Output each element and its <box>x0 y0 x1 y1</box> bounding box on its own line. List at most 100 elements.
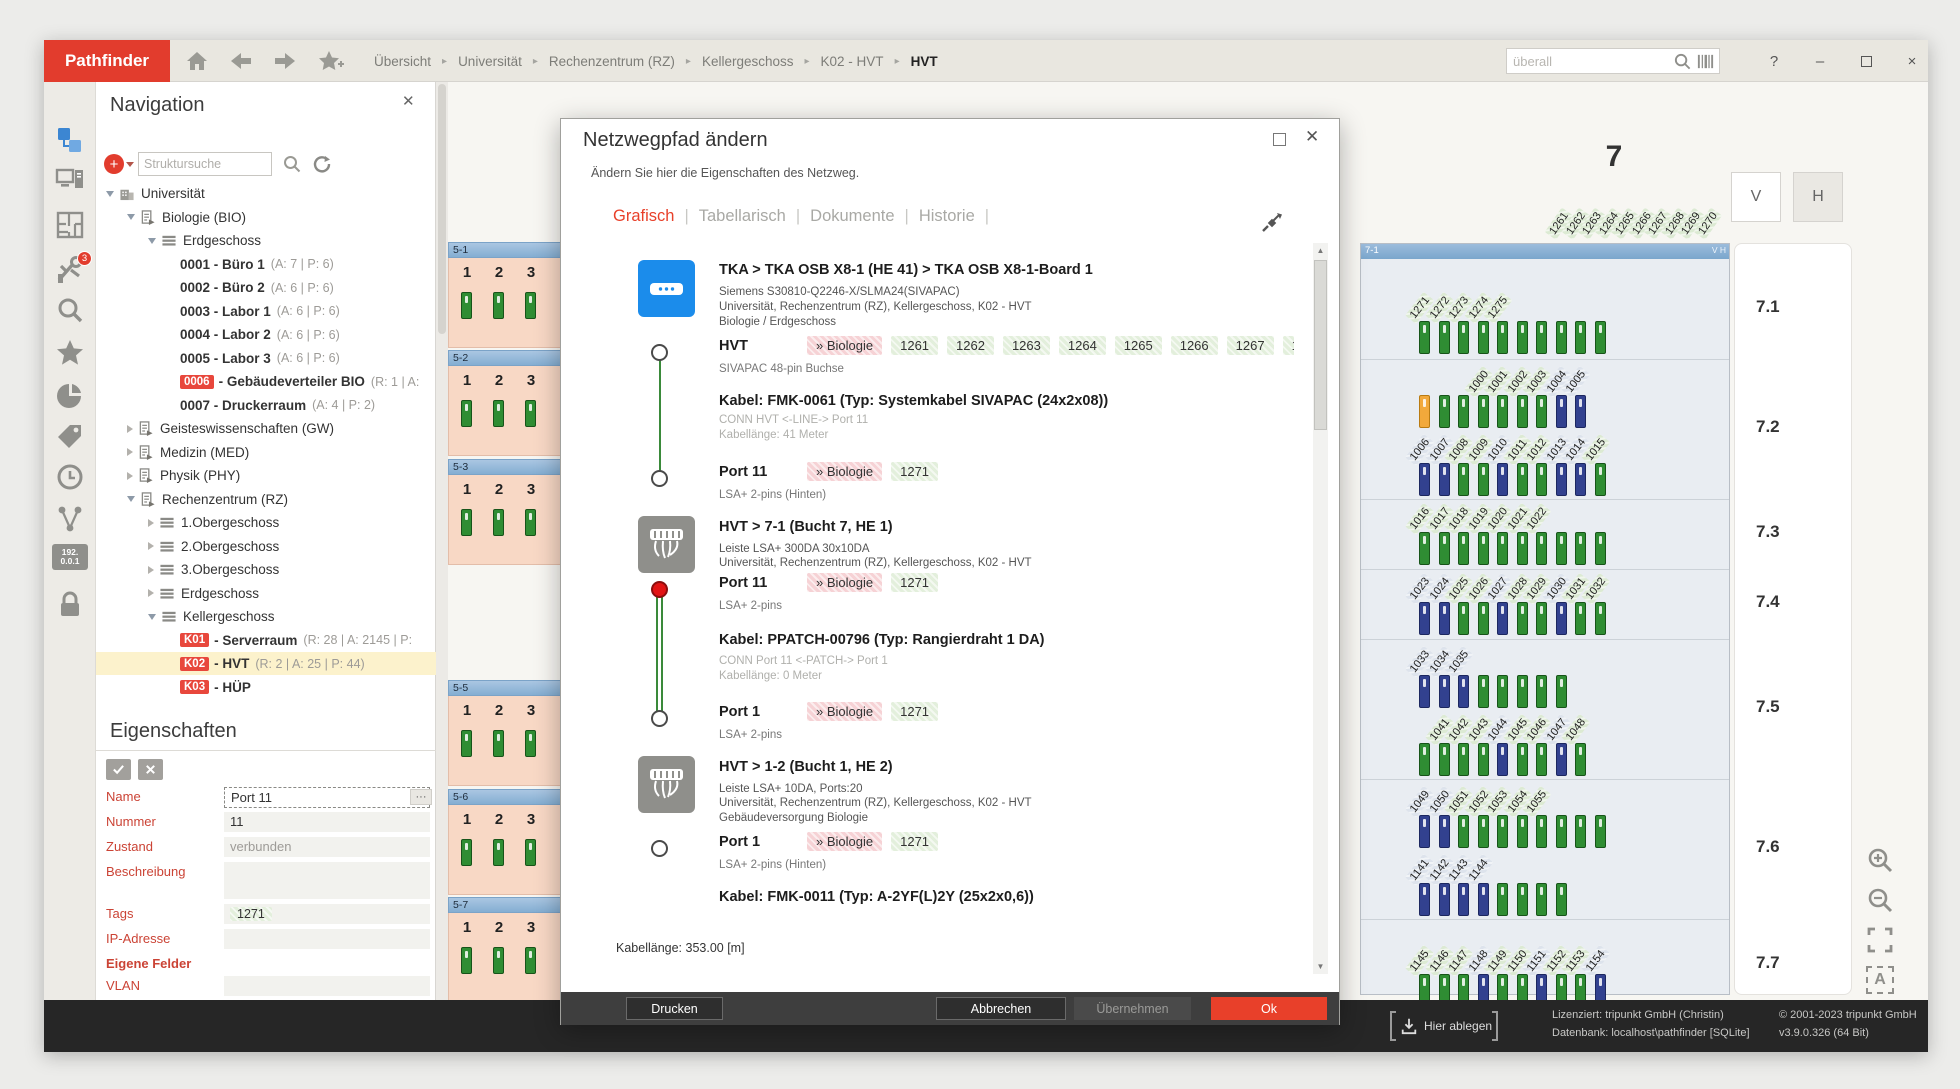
view-horizontal-button[interactable]: H <box>1793 172 1843 222</box>
tab-grafisch[interactable]: Grafisch <box>613 207 674 225</box>
rail-item-tags[interactable] <box>55 421 85 451</box>
tab-tabellarisch[interactable]: Tabellarisch <box>699 207 786 225</box>
rail-item-structure-tree[interactable] <box>55 125 85 155</box>
property-value[interactable]: 11 <box>224 812 430 833</box>
port[interactable]: 1048 <box>1571 712 1591 778</box>
rack-port-connector[interactable] <box>461 509 472 536</box>
rack-port-connector[interactable] <box>493 509 504 536</box>
dialog-maximize-icon[interactable] <box>1273 133 1286 146</box>
port[interactable]: 1028 <box>1513 571 1533 637</box>
rack-port-connector[interactable] <box>525 730 536 757</box>
rail-item-lock[interactable] <box>55 590 85 620</box>
port[interactable] <box>1571 290 1591 356</box>
rail-item-tasks[interactable]: 3 <box>55 256 85 286</box>
refresh-icon[interactable] <box>312 154 332 174</box>
tree-item[interactable]: 0007 - Druckerraum(A: 4 | P: 2) <box>96 394 436 417</box>
port[interactable] <box>1415 364 1435 430</box>
expander-open-icon[interactable] <box>127 214 135 220</box>
expander-closed-icon[interactable] <box>148 589 154 597</box>
tree-item[interactable]: Kellergeschoss <box>96 605 436 628</box>
close-button[interactable]: × <box>1894 40 1930 82</box>
rack-module-5-5[interactable]: 5-5123 <box>448 680 562 786</box>
port[interactable]: 1055 <box>1532 784 1552 850</box>
property-value[interactable]: 1271 <box>224 904 430 925</box>
rack-port-connector[interactable] <box>493 947 504 974</box>
add-favorite-icon[interactable] <box>316 49 346 73</box>
port[interactable]: 1272 <box>1435 290 1455 356</box>
tree-item[interactable]: Erdgeschoss <box>96 229 436 252</box>
rack-port-connector[interactable] <box>493 839 504 866</box>
port[interactable]: 1142 <box>1435 852 1455 918</box>
zoom-in-icon[interactable] <box>1866 846 1894 874</box>
port[interactable]: 1052 <box>1474 784 1494 850</box>
rack-port-connector[interactable] <box>525 947 536 974</box>
port[interactable]: 1011 <box>1513 432 1533 498</box>
rail-item-favorites[interactable] <box>55 338 85 368</box>
tree-item[interactable]: Universität <box>96 182 436 205</box>
expander-open-icon[interactable] <box>127 496 135 502</box>
main-vertical-scrollbar[interactable] <box>436 82 448 1000</box>
add-dropdown-caret[interactable] <box>126 162 134 167</box>
port[interactable]: 1020 <box>1493 501 1513 567</box>
rack-module-5-6[interactable]: 5-6123 <box>448 789 562 895</box>
property-value[interactable] <box>224 862 430 900</box>
rack-port-connector[interactable] <box>461 292 472 319</box>
maximize-button[interactable] <box>1848 40 1884 82</box>
port[interactable]: 1273 <box>1454 290 1474 356</box>
minimize-button[interactable]: – <box>1802 40 1838 82</box>
tree-item[interactable]: K01- Serverraum(R: 28 | A: 2145 | P: <box>96 629 436 652</box>
port[interactable]: 1025 <box>1454 571 1474 637</box>
port[interactable] <box>1552 644 1572 710</box>
port[interactable] <box>1435 364 1455 430</box>
port[interactable] <box>1552 784 1572 850</box>
port[interactable]: 1043 <box>1474 712 1494 778</box>
rack-module-5-7[interactable]: 5-7123 <box>448 897 562 1003</box>
port-node-icon[interactable] <box>651 344 668 361</box>
rack-module-5-3[interactable]: 5-3123 <box>448 459 562 565</box>
port-node-connected-icon[interactable] <box>651 581 668 598</box>
rack-port-connector[interactable] <box>493 730 504 757</box>
port[interactable] <box>1532 290 1552 356</box>
rack-module-5-2[interactable]: 5-2123 <box>448 350 562 456</box>
tree-item[interactable]: 0003 - Labor 1(A: 6 | P: 6) <box>96 300 436 323</box>
port[interactable] <box>1474 644 1494 710</box>
tree-item[interactable]: Rechenzentrum (RZ) <box>96 488 436 511</box>
port[interactable] <box>1493 852 1513 918</box>
barcode-icon[interactable] <box>1696 52 1715 71</box>
port[interactable]: 1030 <box>1552 571 1572 637</box>
port[interactable] <box>1552 501 1572 567</box>
port[interactable] <box>1571 501 1591 567</box>
navigation-close-icon[interactable]: ✕ <box>402 92 415 110</box>
port[interactable] <box>1513 644 1533 710</box>
global-search-input[interactable] <box>1507 49 1667 73</box>
port[interactable]: 1271 <box>1415 290 1435 356</box>
port[interactable]: 1005 <box>1571 364 1591 430</box>
tree-item[interactable]: Medizin (MED) <box>96 441 436 464</box>
port[interactable]: 1029 <box>1532 571 1552 637</box>
port[interactable]: 1003 <box>1532 364 1552 430</box>
tree-item[interactable]: Biologie (BIO) <box>96 206 436 229</box>
port[interactable]: 1045 <box>1513 712 1533 778</box>
port[interactable]: 1002 <box>1513 364 1533 430</box>
breadcrumb-item[interactable]: Rechenzentrum (RZ) <box>549 54 675 69</box>
rail-item-devices[interactable] <box>55 165 85 195</box>
port[interactable]: 1022 <box>1532 501 1552 567</box>
zoom-out-icon[interactable] <box>1866 886 1894 914</box>
rack-port-connector[interactable] <box>461 400 472 427</box>
tree-item[interactable]: 0006- Gebäudeverteiler BIO(R: 1 | A: <box>96 370 436 393</box>
rail-item-search[interactable] <box>55 295 85 325</box>
drop-zone[interactable]: Hier ablegen <box>1390 1011 1516 1041</box>
port[interactable]: 1047 <box>1552 712 1572 778</box>
port[interactable]: 1004 <box>1552 364 1572 430</box>
rack-port-connector[interactable] <box>525 839 536 866</box>
port[interactable]: 1007 <box>1435 432 1455 498</box>
ellipsis-button[interactable]: ··· <box>410 789 432 805</box>
property-value[interactable]: verbunden <box>224 837 430 858</box>
rack-port-connector[interactable] <box>525 400 536 427</box>
port[interactable] <box>1571 784 1591 850</box>
rail-item-topology[interactable] <box>55 504 85 534</box>
port[interactable]: 1021 <box>1513 501 1533 567</box>
port[interactable] <box>1591 290 1611 356</box>
breadcrumb-item[interactable]: Universität <box>458 54 522 69</box>
port[interactable] <box>1493 644 1513 710</box>
